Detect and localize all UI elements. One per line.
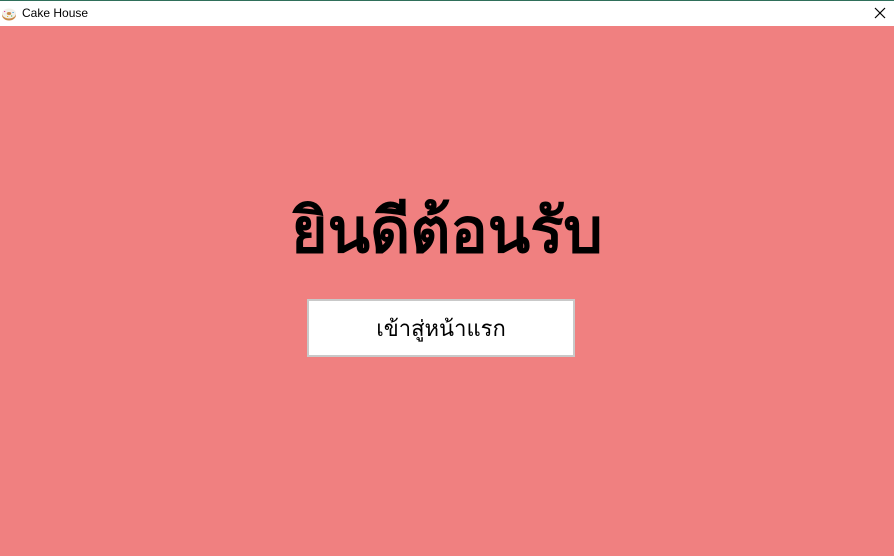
window-title: Cake House — [22, 6, 89, 20]
welcome-heading: ยินดีต้อนรับ — [291, 194, 603, 267]
app-window: Cake House ยินดีต้อนรับ เข้าสู่หน้าแรก — [0, 0, 894, 556]
main-content: ยินดีต้อนรับ เข้าสู่หน้าแรก — [0, 26, 894, 556]
donut-icon — [1, 6, 17, 22]
close-button[interactable] — [866, 1, 894, 26]
close-icon — [874, 4, 886, 23]
title-bar[interactable]: Cake House — [0, 1, 894, 26]
enter-home-button[interactable]: เข้าสู่หน้าแรก — [307, 299, 575, 357]
